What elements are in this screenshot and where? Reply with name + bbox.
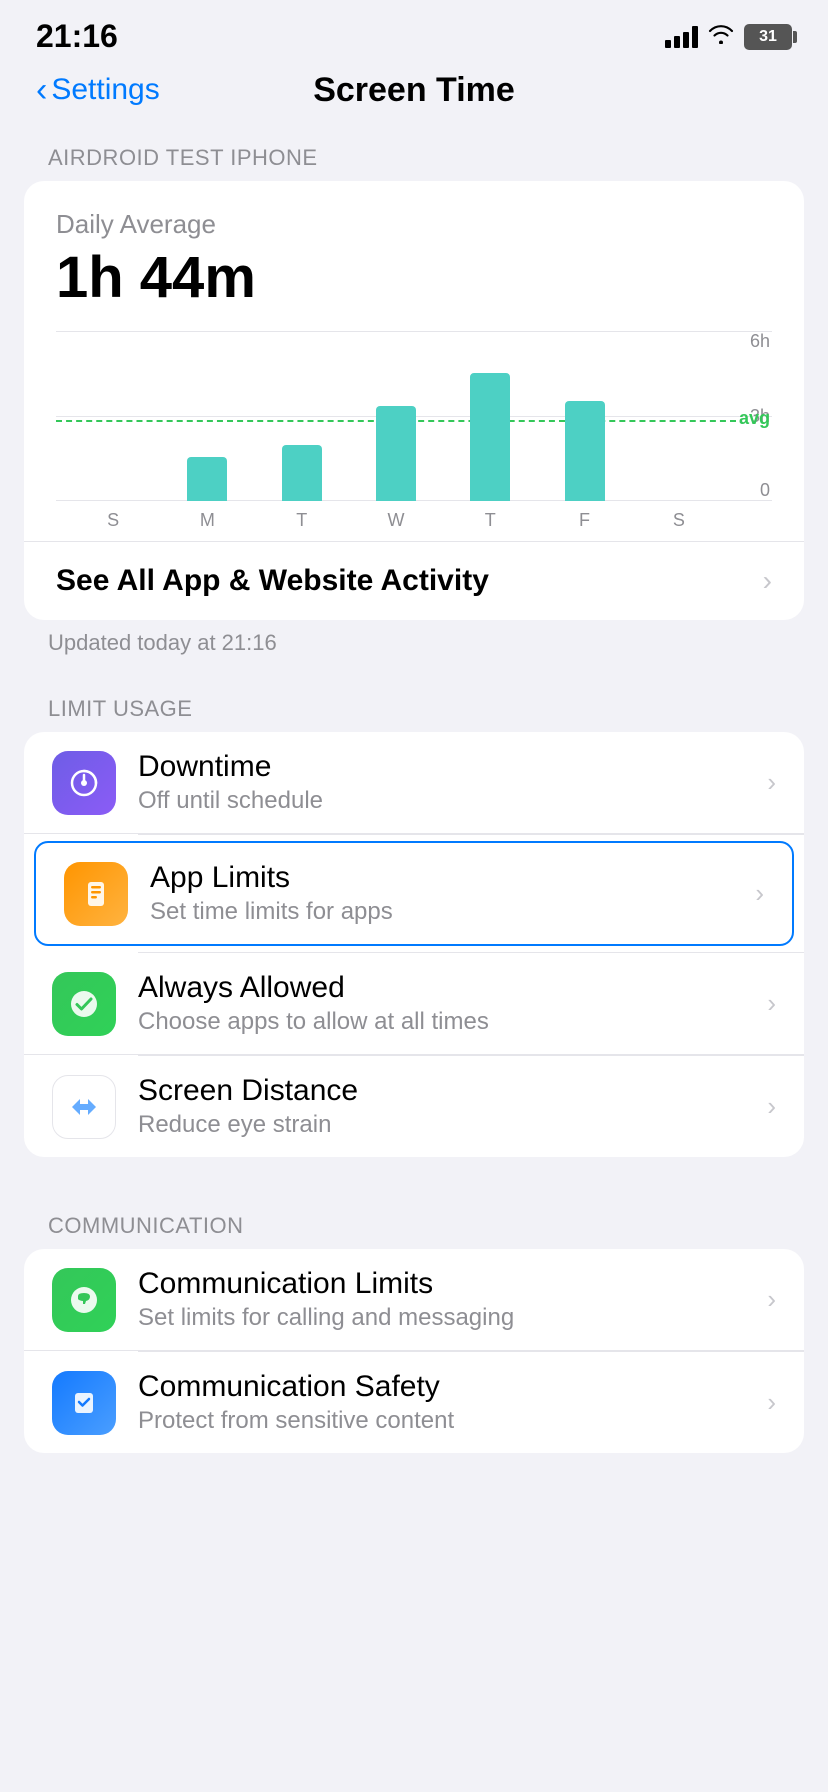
communication-safety-item[interactable]: Communication Safety Protect from sensit… [24, 1352, 804, 1453]
screen-distance-chevron-icon: › [767, 1091, 776, 1122]
always-allowed-icon [52, 972, 116, 1036]
downtime-title: Downtime [138, 750, 755, 784]
status-bar: 21:16 31 [0, 0, 828, 63]
usage-chart: 6h 3h 0 avg [56, 331, 772, 531]
bar-wednesday [349, 406, 443, 501]
x-label-t2: T [443, 510, 537, 531]
x-label-t1: T [255, 510, 349, 531]
chart-bars [56, 331, 736, 501]
communication-limits-title: Communication Limits [138, 1267, 755, 1301]
screen-distance-icon [52, 1075, 116, 1139]
divider [138, 834, 804, 835]
x-label-m: M [160, 510, 254, 531]
x-label-f: F [537, 510, 631, 531]
avg-label: avg [739, 408, 770, 429]
device-section-label: AIRDROID TEST IPHONE [0, 121, 828, 181]
daily-average-time: 1h 44m [56, 244, 772, 311]
always-allowed-title: Always Allowed [138, 971, 755, 1005]
always-allowed-content: Always Allowed Choose apps to allow at a… [138, 971, 755, 1036]
downtime-icon [52, 751, 116, 815]
see-all-label: See All App & Website Activity [56, 564, 489, 598]
communication-limits-item[interactable]: Communication Limits Set limits for call… [24, 1249, 804, 1351]
limit-usage-section-label: LIMIT USAGE [0, 672, 828, 732]
app-limits-title: App Limits [150, 861, 743, 895]
status-time: 21:16 [36, 18, 118, 55]
always-allowed-chevron-icon: › [767, 988, 776, 1019]
communication-section-label: COMMUNICATION [0, 1189, 828, 1249]
y-label-0: 0 [760, 480, 770, 501]
see-all-activity-button[interactable]: See All App & Website Activity › [24, 541, 804, 620]
x-label-w: W [349, 510, 443, 531]
always-allowed-item[interactable]: Always Allowed Choose apps to allow at a… [24, 953, 804, 1055]
downtime-content: Downtime Off until schedule [138, 750, 755, 815]
app-limits-subtitle: Set time limits for apps [150, 898, 743, 926]
app-limits-chevron-icon: › [755, 878, 764, 909]
bar-tuesday [255, 445, 349, 501]
communication-safety-title: Communication Safety [138, 1370, 755, 1404]
communication-card: Communication Limits Set limits for call… [24, 1249, 804, 1453]
x-label-s1: S [66, 510, 160, 531]
x-label-s2: S [632, 510, 726, 531]
battery-icon: 31 [744, 24, 792, 50]
comm-limits-chevron-icon: › [767, 1284, 776, 1315]
limit-usage-card: Downtime Off until schedule › App Limits… [24, 732, 804, 1157]
screen-distance-content: Screen Distance Reduce eye strain [138, 1074, 755, 1139]
signal-icon [665, 26, 698, 48]
always-allowed-subtitle: Choose apps to allow at all times [138, 1008, 755, 1036]
app-limits-item[interactable]: App Limits Set time limits for apps › [34, 841, 794, 946]
updated-label: Updated today at 21:16 [0, 620, 828, 672]
comm-safety-chevron-icon: › [767, 1387, 776, 1418]
back-button[interactable]: ‹ Settings [36, 73, 160, 107]
see-all-chevron-icon: › [763, 565, 772, 597]
communication-limits-subtitle: Set limits for calling and messaging [138, 1304, 755, 1332]
chart-x-labels: S M T W T F S [56, 510, 736, 531]
back-chevron-icon: ‹ [36, 73, 47, 107]
bar-thursday [443, 373, 537, 501]
app-limits-icon [64, 862, 128, 926]
y-label-6h: 6h [750, 331, 770, 352]
daily-average-card: Daily Average 1h 44m 6h 3h 0 avg [24, 181, 804, 620]
back-label: Settings [51, 73, 159, 107]
communication-limits-content: Communication Limits Set limits for call… [138, 1267, 755, 1332]
communication-limits-icon [52, 1268, 116, 1332]
wifi-icon [708, 24, 734, 50]
communication-safety-icon [52, 1371, 116, 1435]
app-limits-content: App Limits Set time limits for apps [150, 861, 743, 926]
downtime-subtitle: Off until schedule [138, 787, 755, 815]
bottom-spacer [0, 1453, 828, 1513]
bar-friday [537, 401, 631, 501]
downtime-chevron-icon: › [767, 767, 776, 798]
daily-average-label: Daily Average [56, 209, 772, 240]
screen-distance-subtitle: Reduce eye strain [138, 1111, 755, 1139]
downtime-item[interactable]: Downtime Off until schedule › [24, 732, 804, 834]
screen-distance-item[interactable]: Screen Distance Reduce eye strain › [24, 1056, 804, 1157]
page-title: Screen Time [313, 71, 515, 110]
screen-distance-title: Screen Distance [138, 1074, 755, 1108]
status-icons: 31 [665, 24, 792, 50]
communication-safety-subtitle: Protect from sensitive content [138, 1407, 755, 1435]
communication-safety-content: Communication Safety Protect from sensit… [138, 1370, 755, 1435]
nav-bar: ‹ Settings Screen Time [0, 63, 828, 121]
bar-monday [160, 457, 254, 501]
